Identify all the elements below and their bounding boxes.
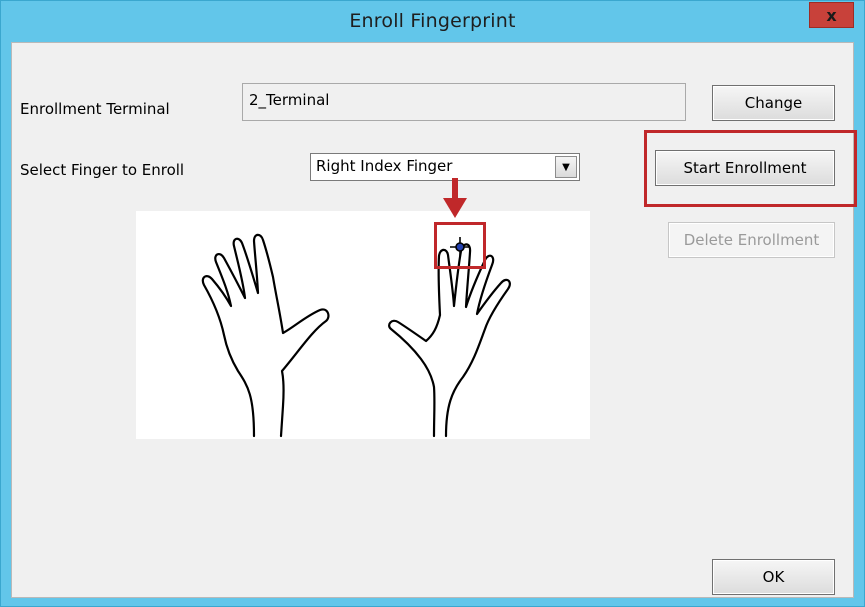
left-hand-outline [201, 233, 330, 438]
selected-finger-highlight [434, 222, 486, 269]
window-title: Enroll Fingerprint [349, 10, 516, 32]
hands-illustration [201, 233, 511, 438]
finger-select-value: Right Index Finger [316, 157, 453, 175]
select-finger-label: Select Finger to Enroll [20, 161, 185, 179]
change-button[interactable]: Change [712, 85, 835, 121]
close-icon: x [826, 5, 837, 25]
pointer-arrow-icon [443, 178, 467, 218]
close-button[interactable]: x [809, 2, 854, 28]
delete-enrollment-button: Delete Enrollment [668, 222, 835, 258]
enroll-fingerprint-dialog: Enroll Fingerprint x Enrollment Terminal… [0, 0, 865, 607]
finger-select[interactable]: Right Index Finger ▼ [310, 153, 580, 181]
start-enrollment-button[interactable]: Start Enrollment [655, 150, 835, 186]
enrollment-terminal-field[interactable]: 2_Terminal [242, 83, 686, 121]
chevron-down-icon[interactable]: ▼ [555, 156, 577, 178]
title-bar: Enroll Fingerprint x [1, 1, 864, 41]
dialog-body: Enrollment Terminal 2_Terminal Change Se… [11, 42, 857, 598]
hands-diagram[interactable] [136, 211, 590, 439]
right-hand-outline [388, 243, 511, 438]
ok-button[interactable]: OK [712, 559, 835, 595]
enrollment-terminal-label: Enrollment Terminal [20, 100, 170, 118]
